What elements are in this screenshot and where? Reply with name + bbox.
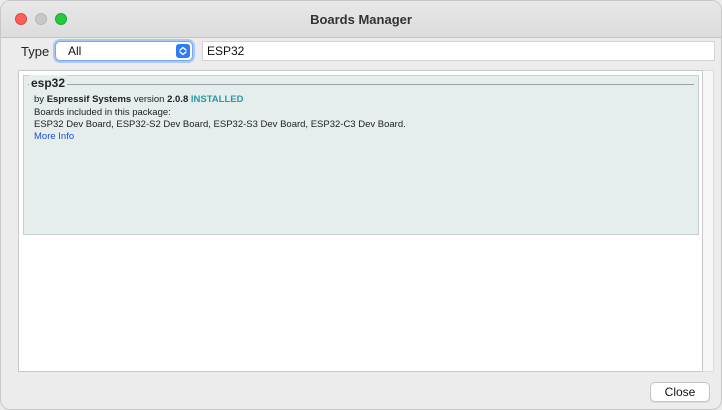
- more-info-row: More Info: [34, 131, 74, 143]
- installed-badge: INSTALLED: [190, 94, 244, 105]
- package-name: esp32: [29, 75, 68, 91]
- package-info-line: by Espressif Systems version 2.0.8 INSTA…: [34, 94, 243, 106]
- boards-list-text: ESP32 Dev Board, ESP32-S2 Dev Board, ESP…: [34, 119, 406, 130]
- search-input[interactable]: [202, 41, 715, 61]
- boards-manager-window: Boards Manager Type All esp32 by Espress…: [0, 0, 722, 410]
- package-version: 2.0.8: [167, 94, 189, 105]
- list-scrollbar[interactable]: [703, 70, 714, 372]
- by-prefix: by: [34, 94, 45, 105]
- package-author: Espressif Systems: [46, 94, 132, 105]
- chevron-up-down-icon: [176, 44, 190, 58]
- close-button[interactable]: Close: [650, 382, 710, 402]
- entry-divider: [28, 84, 694, 85]
- boards-heading: Boards included in this package:: [34, 107, 171, 118]
- title-bar[interactable]: Boards Manager: [1, 1, 721, 38]
- more-info-link[interactable]: More Info: [34, 131, 74, 142]
- window-title: Boards Manager: [310, 12, 412, 27]
- type-select-value: All: [68, 44, 82, 58]
- list-item-esp32[interactable]: esp32 by Espressif Systems version 2.0.8…: [23, 75, 699, 235]
- type-select[interactable]: All: [55, 41, 193, 61]
- version-prefix: version: [133, 94, 165, 105]
- type-label: Type: [21, 44, 50, 59]
